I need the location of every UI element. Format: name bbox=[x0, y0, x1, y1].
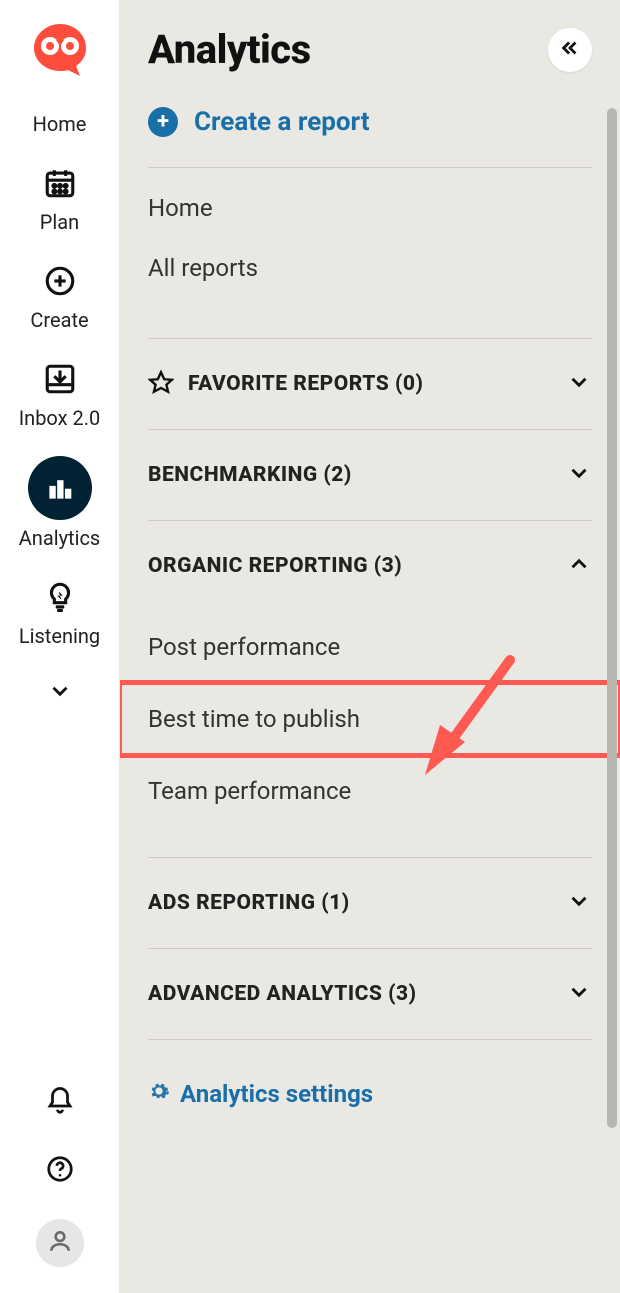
star-icon bbox=[148, 369, 174, 399]
create-report-button[interactable]: + Create a report bbox=[148, 107, 592, 137]
help-button[interactable] bbox=[40, 1151, 80, 1191]
section-title: BENCHMARKING (2) bbox=[148, 463, 352, 487]
chevron-down-icon bbox=[566, 369, 592, 399]
section-organic-reporting[interactable]: ORGANIC REPORTING (3) bbox=[148, 521, 592, 611]
section-benchmarking[interactable]: BENCHMARKING (2) bbox=[148, 430, 592, 520]
lightbulb-icon bbox=[39, 576, 81, 618]
nav-item-label: Plan bbox=[40, 210, 79, 234]
bell-icon bbox=[45, 1086, 75, 1120]
analytics-home-link[interactable]: Home bbox=[148, 168, 592, 248]
nav-item-label: Create bbox=[30, 308, 88, 332]
nav-item-label: Home bbox=[33, 112, 87, 136]
divider bbox=[148, 1039, 592, 1040]
nav-item-create[interactable]: Create bbox=[0, 260, 119, 332]
section-ads-reporting[interactable]: ADS REPORTING (1) bbox=[148, 858, 592, 948]
notifications-button[interactable] bbox=[40, 1083, 80, 1123]
analytics-settings-link[interactable]: Analytics settings bbox=[148, 1080, 592, 1108]
analytics-panel: Analytics + Create a report Home All rep… bbox=[120, 0, 620, 1293]
nav-item-listening[interactable]: Listening bbox=[0, 576, 119, 648]
analytics-settings-label: Analytics settings bbox=[180, 1080, 373, 1108]
section-advanced-analytics[interactable]: ADVANCED ANALYTICS (3) bbox=[148, 949, 592, 1039]
plus-circle-icon bbox=[39, 260, 81, 302]
chevron-down-icon bbox=[566, 460, 592, 490]
nav-more-toggle[interactable] bbox=[47, 678, 73, 708]
all-reports-link[interactable]: All reports bbox=[148, 248, 592, 308]
profile-avatar-button[interactable] bbox=[36, 1219, 84, 1267]
chevron-down-icon bbox=[566, 888, 592, 918]
page-title: Analytics bbox=[148, 26, 311, 73]
calendar-icon bbox=[39, 162, 81, 204]
nav-item-inbox[interactable]: Inbox 2.0 bbox=[0, 358, 119, 430]
nav-item-plan[interactable]: Plan bbox=[0, 162, 119, 234]
help-circle-icon bbox=[45, 1154, 75, 1188]
bar-chart-icon bbox=[28, 456, 92, 520]
nav-item-label: Listening bbox=[19, 624, 100, 648]
hootsuite-logo[interactable] bbox=[28, 18, 92, 86]
left-nav-rail: Home Plan Create bbox=[0, 0, 120, 1293]
gear-icon bbox=[148, 1080, 170, 1108]
plus-icon: + bbox=[148, 107, 178, 137]
section-title: ORGANIC REPORTING (3) bbox=[148, 554, 402, 578]
panel-scrollbar[interactable] bbox=[607, 108, 617, 1128]
collapse-panel-button[interactable] bbox=[548, 28, 592, 72]
nav-item-analytics[interactable]: Analytics bbox=[0, 456, 119, 550]
section-title: ADVANCED ANALYTICS (3) bbox=[148, 982, 417, 1006]
nav-item-label: Analytics bbox=[19, 526, 101, 550]
person-icon bbox=[47, 1228, 73, 1258]
organic-best-time-to-publish[interactable]: Best time to publish bbox=[120, 683, 620, 755]
organic-team-performance[interactable]: Team performance bbox=[148, 755, 592, 827]
double-chevron-left-icon bbox=[559, 37, 581, 63]
nav-item-label: Inbox 2.0 bbox=[19, 406, 101, 430]
section-title: ADS REPORTING (1) bbox=[148, 891, 350, 915]
chevron-down-icon bbox=[566, 979, 592, 1009]
nav-item-home[interactable]: Home bbox=[0, 112, 119, 136]
section-title: FAVORITE REPORTS (0) bbox=[188, 372, 423, 396]
inbox-download-icon bbox=[39, 358, 81, 400]
create-report-label: Create a report bbox=[194, 107, 370, 137]
section-favorite-reports[interactable]: FAVORITE REPORTS (0) bbox=[148, 339, 592, 429]
organic-post-performance[interactable]: Post performance bbox=[148, 611, 592, 683]
chevron-up-icon bbox=[566, 551, 592, 581]
